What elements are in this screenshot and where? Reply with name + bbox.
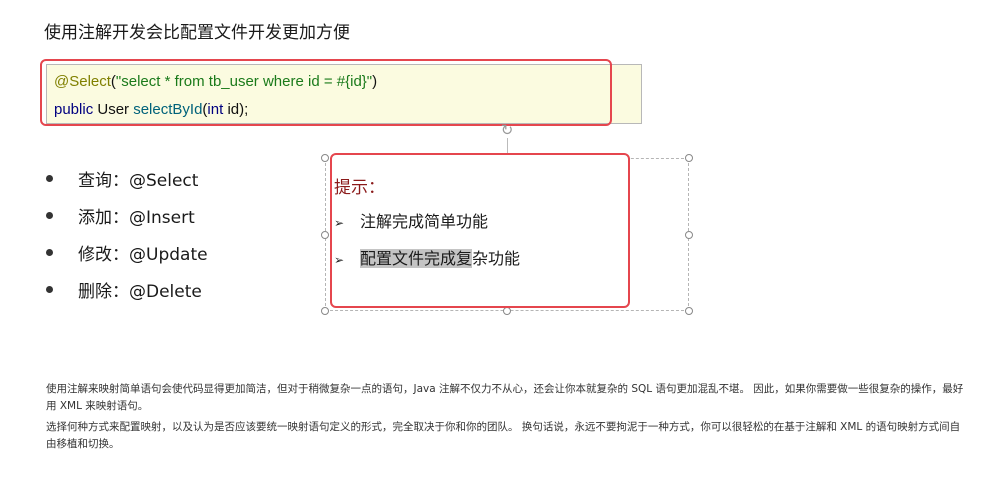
resize-handle-bottom-left[interactable]	[321, 307, 329, 315]
list-item: 查询：@Select	[46, 166, 266, 192]
bullet-dot-icon	[46, 175, 53, 182]
list-item: 修改：@Update	[46, 240, 266, 266]
note-paragraph: 使用注解来映射简单语句会使代码显得更加简洁，但对于稍微复杂一点的语句，Java …	[46, 383, 964, 412]
tip-item: ➢ 注解完成简单功能	[334, 212, 489, 231]
resize-handle-right[interactable]	[685, 231, 693, 239]
resize-handle-left[interactable]	[321, 231, 329, 239]
page-title: 使用注解开发会比配置文件开发更加方便	[44, 23, 350, 43]
code-highlight-outline	[40, 59, 612, 126]
rotate-icon[interactable]: ↻	[499, 122, 515, 138]
resize-handle-top-right[interactable]	[685, 154, 693, 162]
bullet-dot-icon	[46, 249, 53, 256]
arrow-bullet-icon: ➢	[334, 253, 345, 267]
note-paragraph: 选择何种方式来配置映射，以及认为是否应该要统一映射语句定义的形式，完全取决于你和…	[46, 421, 961, 450]
arrow-bullet-icon: ➢	[334, 216, 345, 230]
resize-handle-top-left[interactable]	[321, 154, 329, 162]
resize-handle-bottom[interactable]	[503, 307, 511, 315]
bullet-dot-icon	[46, 212, 53, 219]
resize-handle-bottom-right[interactable]	[685, 307, 693, 315]
text-selection-highlight[interactable]: 配置文件完成复	[360, 249, 473, 268]
tip-title: 提示：	[334, 178, 385, 198]
list-item: 添加：@Insert	[46, 203, 266, 229]
list-item: 删除：@Delete	[46, 277, 266, 303]
bullet-dot-icon	[46, 286, 53, 293]
tip-item: ➢ 配置文件完成复杂功能	[334, 249, 521, 268]
